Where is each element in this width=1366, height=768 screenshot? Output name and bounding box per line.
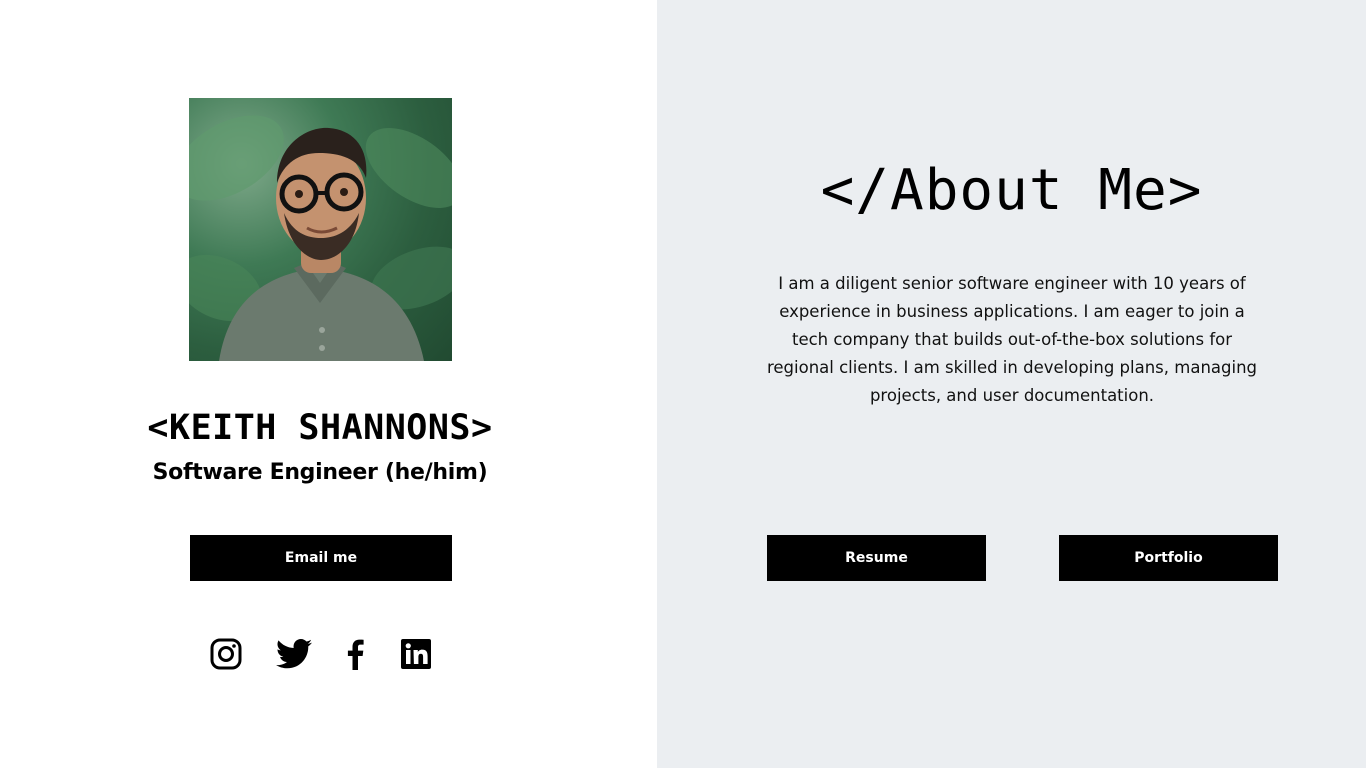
facebook-icon — [347, 639, 364, 670]
profile-subtitle: Software Engineer (he/him) — [152, 460, 488, 485]
email-me-button[interactable]: Email me — [190, 535, 452, 581]
linkedin-icon — [401, 639, 431, 669]
twitter-icon — [276, 639, 312, 669]
facebook-link[interactable] — [342, 636, 368, 672]
profile-name: <KEITH SHANNONS> — [147, 408, 493, 448]
portfolio-button[interactable]: Portfolio — [1059, 535, 1278, 581]
resume-button[interactable]: Resume — [767, 535, 986, 581]
profile-photo — [189, 98, 452, 361]
instagram-icon — [210, 638, 242, 670]
twitter-link[interactable] — [275, 636, 313, 672]
linkedin-link[interactable] — [399, 636, 433, 672]
about-title: </About Me> — [820, 158, 1203, 223]
instagram-link[interactable] — [208, 636, 244, 672]
about-description: I am a diligent senior software engineer… — [766, 274, 1258, 405]
